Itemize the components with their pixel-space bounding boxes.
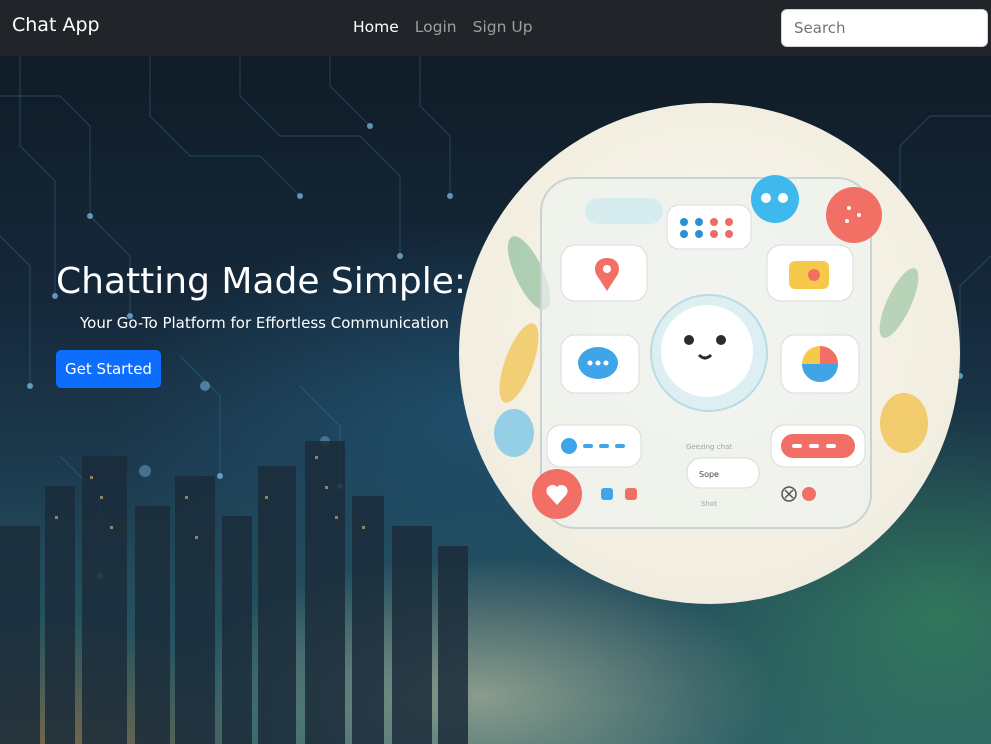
pie-chart-icon (780, 334, 860, 394)
location-pin-icon (560, 244, 648, 302)
message-bar-right (770, 424, 866, 468)
hero-illustration: Geezing chat Sope Shot (459, 103, 960, 604)
nav-link-login[interactable]: Login (415, 18, 457, 36)
footer-label: Shot (701, 500, 717, 508)
hero-heading: Chatting Made Simple: (56, 261, 466, 302)
hero-section: Chatting Made Simple: Your Go-To Platfor… (0, 56, 991, 744)
chat-app-illustration: Geezing chat Sope Shot (494, 175, 928, 529)
search-input[interactable] (781, 9, 988, 47)
get-started-button[interactable]: Get Started (56, 350, 161, 388)
nav-links: Home Login Sign Up (353, 18, 533, 36)
navbar: Chat App Home Login Sign Up (0, 0, 991, 56)
notification-icon (826, 187, 882, 243)
nav-link-home[interactable]: Home (353, 18, 399, 36)
panel-caption: Geezing chat (686, 443, 732, 451)
speech-bubble-icon (751, 175, 799, 223)
pill-label: Sope (699, 470, 719, 479)
dots-bubble (666, 204, 752, 250)
heart-icon (532, 469, 582, 519)
nav-link-signup[interactable]: Sign Up (473, 18, 533, 36)
chat-bubble-icon (560, 334, 640, 394)
message-bar-left (546, 424, 642, 468)
status-dot-icon (802, 487, 816, 501)
image-message-icon (766, 244, 854, 302)
brand-link[interactable]: Chat App (12, 14, 100, 36)
chatbot-face-icon (650, 294, 768, 412)
hero-subheading: Your Go-To Platform for Effortless Commu… (80, 314, 449, 332)
